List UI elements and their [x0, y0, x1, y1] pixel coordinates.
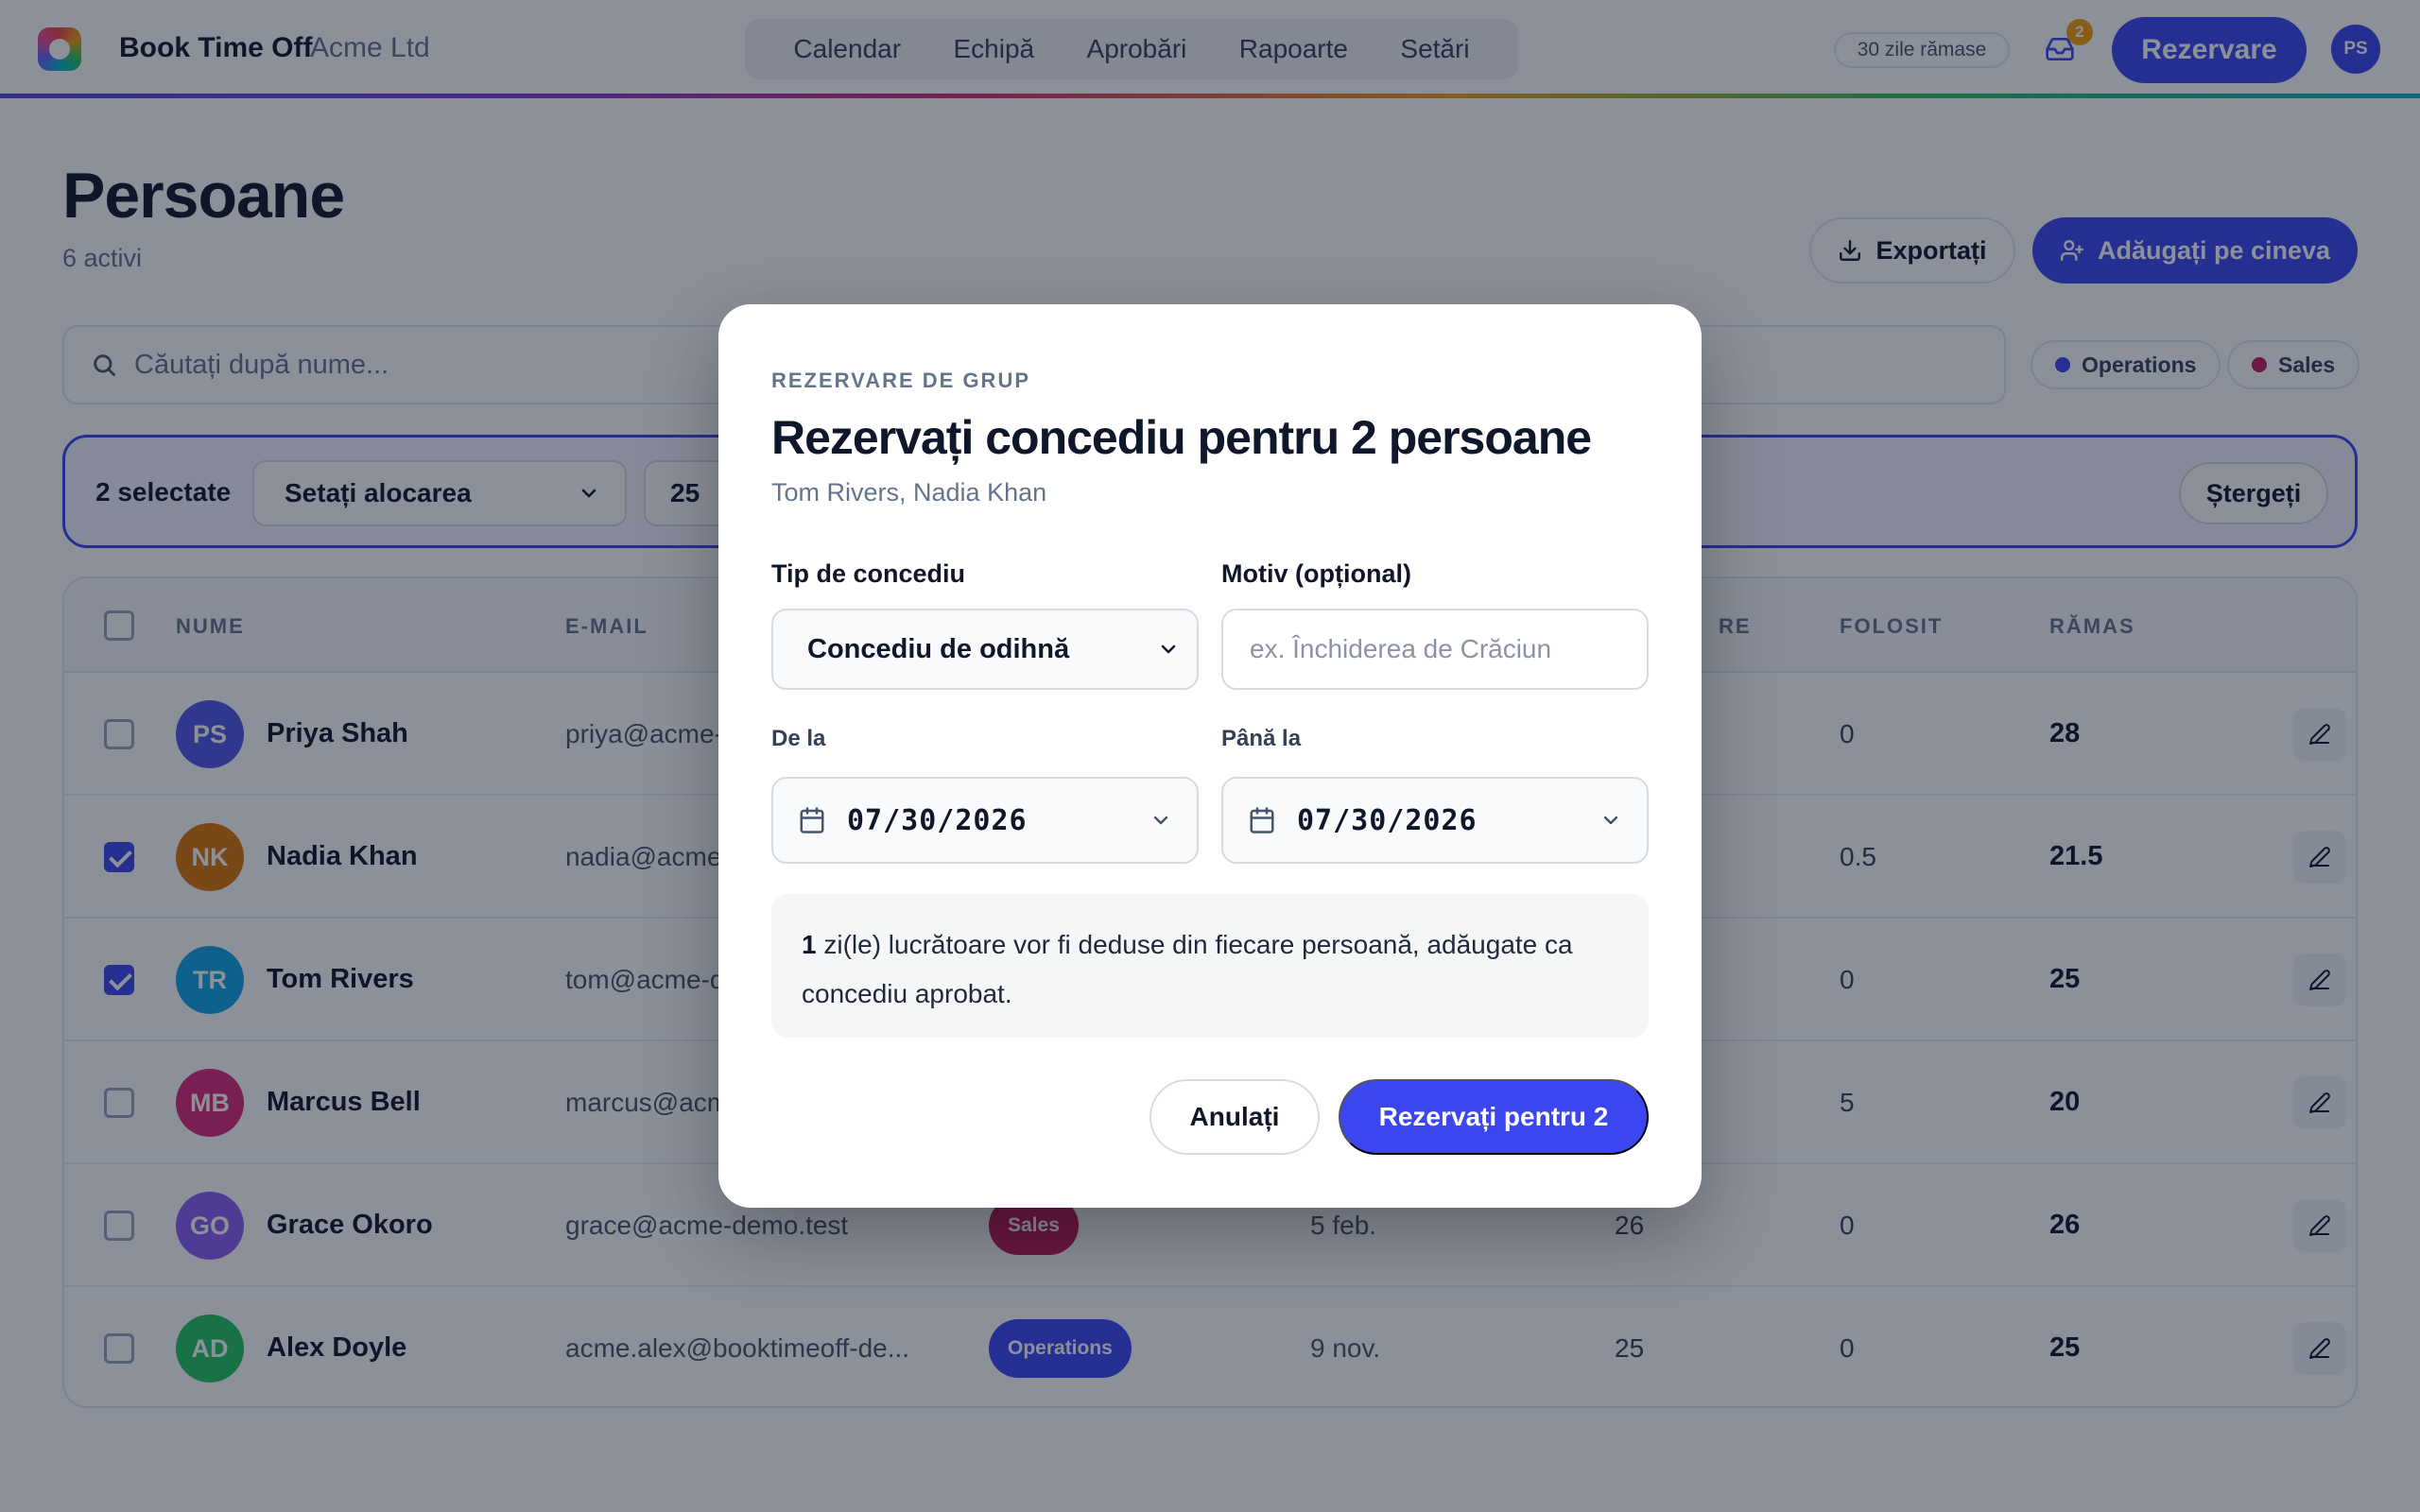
leave-type-value: Concediu de odihnă	[807, 633, 1070, 664]
dialog-selected-people: Tom Rivers, Nadia Khan	[771, 478, 1047, 507]
dialog-title: Rezervați concediu pentru 2 persoane	[771, 411, 1592, 464]
from-date-value: 07/30/2026	[847, 803, 1028, 837]
calendar-icon	[1250, 807, 1274, 833]
leave-type-label: Tip de concediu	[771, 559, 966, 588]
leave-type-select[interactable]: Concediu de odihnă	[771, 609, 1199, 690]
to-date-value: 07/30/2026	[1297, 803, 1478, 837]
chevron-down-icon	[1603, 816, 1618, 825]
dialog-eyebrow: REZERVARE DE GRUP	[771, 369, 1031, 392]
cancel-button[interactable]: Anulați	[1150, 1079, 1320, 1155]
chevron-down-icon	[1161, 644, 1176, 654]
reason-label: Motiv (opțional)	[1221, 559, 1411, 588]
to-date-input[interactable]: 07/30/2026	[1221, 777, 1649, 864]
deduction-text: zi(le) lucrătoare vor fi deduse din fiec…	[802, 930, 1573, 1008]
calendar-icon	[800, 807, 824, 833]
reason-input[interactable]	[1221, 609, 1649, 690]
deduction-days: 1	[802, 930, 817, 959]
from-date-input[interactable]: 07/30/2026	[771, 777, 1199, 864]
chevron-down-icon	[1153, 816, 1168, 825]
group-booking-dialog: REZERVARE DE GRUP Rezervați concediu pen…	[718, 304, 1702, 1208]
book-for-group-button[interactable]: Rezervați pentru 2	[1339, 1079, 1649, 1155]
to-date-label: Până la	[1221, 726, 1302, 751]
deduction-summary: 1 zi(le) lucrătoare vor fi deduse din fi…	[771, 894, 1649, 1038]
from-date-label: De la	[771, 726, 826, 751]
